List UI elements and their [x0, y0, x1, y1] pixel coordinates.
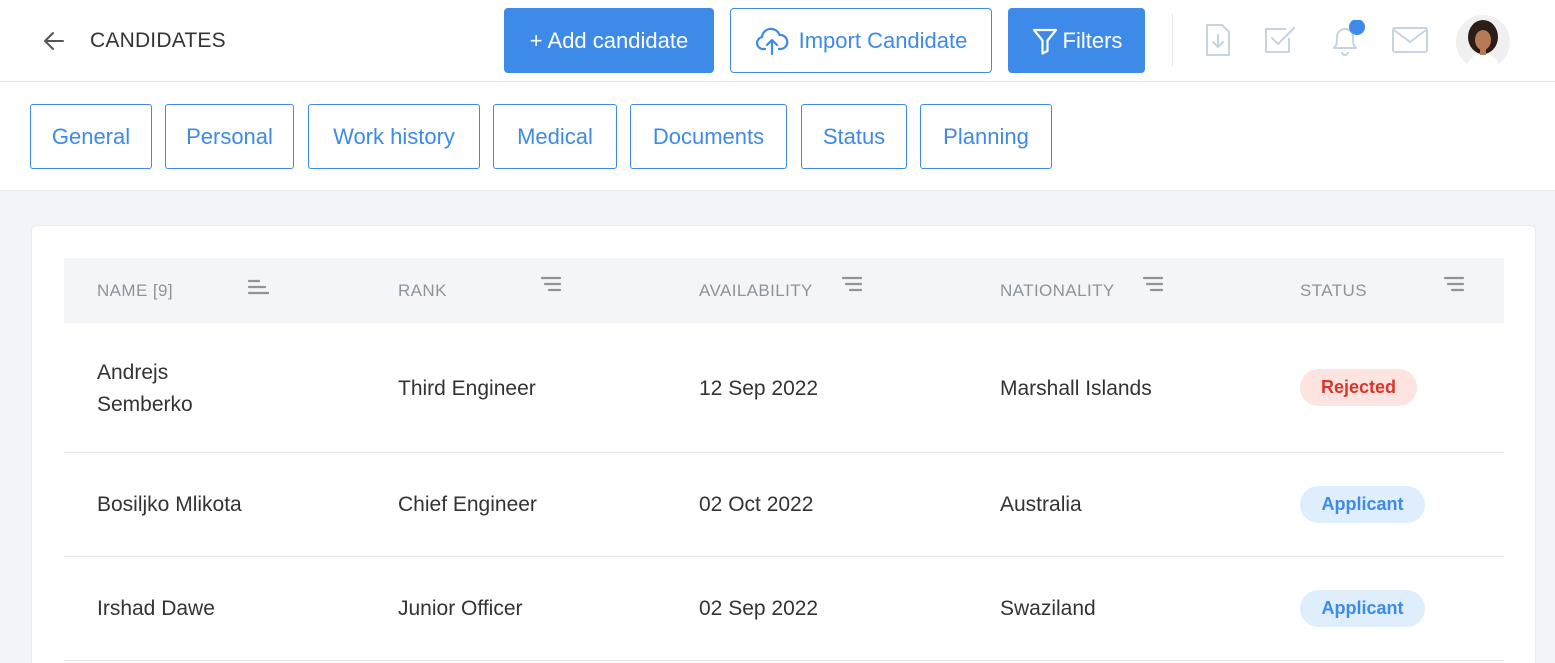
- checkbox-icon[interactable]: [1260, 20, 1300, 60]
- table-header: NAME [9] RANK AVAILABILITY NATIONALITY S…: [64, 258, 1504, 323]
- filters-button[interactable]: Filters: [1008, 8, 1145, 73]
- import-candidate-button[interactable]: Import Candidate: [730, 8, 992, 73]
- cloud-upload-icon: [755, 26, 789, 56]
- cell-rank: Third Engineer: [398, 377, 536, 400]
- tab-status[interactable]: Status: [801, 104, 907, 169]
- header-divider: [1172, 14, 1173, 66]
- cell-rank: Junior Officer: [398, 597, 523, 620]
- cell-nationality: Marshall Islands: [1000, 377, 1152, 400]
- sort-icon[interactable]: [1142, 274, 1164, 296]
- column-header-name[interactable]: NAME [9]: [97, 258, 173, 323]
- tab-planning[interactable]: Planning: [920, 104, 1052, 169]
- table-row[interactable]: Bosiljko Mlikota Chief Engineer 02 Oct 2…: [64, 453, 1504, 557]
- column-header-availability[interactable]: AVAILABILITY: [699, 258, 813, 323]
- tab-medical[interactable]: Medical: [493, 104, 617, 169]
- page-title: CANDIDATES: [90, 29, 226, 52]
- filter-icon: [1031, 27, 1059, 55]
- tabs-bar: General Personal Work history Medical Do…: [0, 82, 1555, 191]
- cell-availability: 02 Oct 2022: [699, 493, 814, 516]
- sort-icon[interactable]: [247, 276, 271, 298]
- candidates-table-card: NAME [9] RANK AVAILABILITY NATIONALITY S…: [31, 225, 1536, 663]
- cell-name-line1: Andrejs: [97, 361, 169, 384]
- add-candidate-button[interactable]: + Add candidate: [504, 8, 714, 73]
- column-header-rank[interactable]: RANK: [398, 258, 447, 323]
- table-row[interactable]: Irshad Dawe Junior Officer 02 Sep 2022 S…: [64, 557, 1504, 661]
- cell-name-line2: Semberko: [97, 393, 193, 416]
- status-badge: Applicant: [1300, 590, 1425, 627]
- top-header: CANDIDATES + Add candidate Import Candid…: [0, 0, 1555, 82]
- column-header-status[interactable]: STATUS: [1300, 258, 1367, 323]
- cell-name: Irshad Dawe: [97, 597, 215, 620]
- cell-name: Andrejs Semberko: [97, 357, 193, 421]
- filters-label: Filters: [1062, 27, 1123, 53]
- bell-icon[interactable]: [1325, 20, 1365, 60]
- cell-rank: Chief Engineer: [398, 493, 537, 516]
- cell-nationality: Australia: [1000, 493, 1082, 516]
- status-badge: Rejected: [1300, 369, 1417, 406]
- add-candidate-label: + Add candidate: [529, 27, 689, 53]
- cell-name: Bosiljko Mlikota: [97, 493, 242, 516]
- sort-icon[interactable]: [540, 274, 562, 296]
- import-candidate-label: Import Candidate: [798, 27, 968, 53]
- status-badge: Applicant: [1300, 486, 1425, 523]
- tab-personal[interactable]: Personal: [165, 104, 294, 169]
- sort-icon[interactable]: [1443, 274, 1465, 296]
- column-header-nationality[interactable]: NATIONALITY: [1000, 258, 1115, 323]
- tab-documents[interactable]: Documents: [630, 104, 787, 169]
- cell-availability: 12 Sep 2022: [699, 377, 819, 400]
- avatar[interactable]: [1456, 15, 1510, 69]
- sort-icon[interactable]: [841, 274, 863, 296]
- cell-availability: 02 Sep 2022: [699, 597, 819, 620]
- mail-icon[interactable]: [1390, 20, 1430, 60]
- back-arrow-icon[interactable]: [40, 28, 68, 54]
- download-icon[interactable]: [1198, 20, 1238, 60]
- tab-work-history[interactable]: Work history: [308, 104, 480, 169]
- table-row[interactable]: Andrejs Semberko Third Engineer 12 Sep 2…: [64, 323, 1504, 453]
- cell-nationality: Swaziland: [1000, 597, 1096, 620]
- tab-general[interactable]: General: [30, 104, 152, 169]
